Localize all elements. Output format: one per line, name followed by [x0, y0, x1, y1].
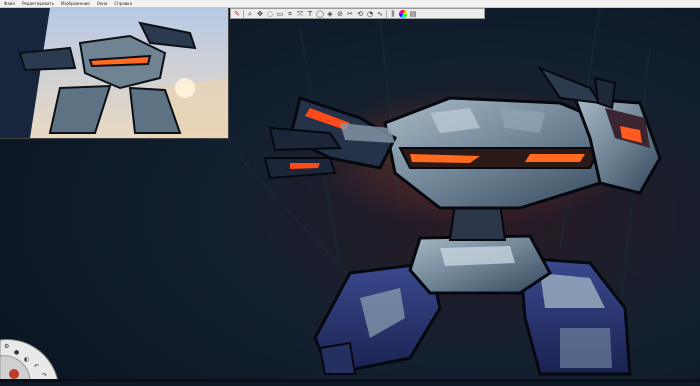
floating-toolbar: ✎ ⌕ ✥ ◌ ▭ ⌗ ⤧ T ◯ ◈ ⊘ ✂ ⟲ ◔ ∿ ⫼ ▤: [230, 8, 485, 19]
layers-icon[interactable]: ▤: [409, 10, 417, 18]
fill-icon[interactable]: ◈: [326, 10, 334, 18]
menu-image[interactable]: Изображение: [61, 0, 90, 7]
redo-icon[interactable]: ↷: [42, 372, 47, 379]
menu-help[interactable]: Справка: [114, 0, 132, 7]
color-puck-icon[interactable]: [9, 369, 19, 379]
move-icon[interactable]: ⤧: [296, 10, 304, 18]
reference-image: [0, 8, 228, 138]
symmetry-icon[interactable]: ⟲: [356, 10, 364, 18]
lasso-icon[interactable]: ◌: [266, 10, 274, 18]
guide-icon[interactable]: ✂: [346, 10, 354, 18]
color-wheel-icon[interactable]: [399, 9, 407, 18]
curve-icon[interactable]: ∿: [376, 10, 384, 18]
menu-file[interactable]: Файл: [4, 0, 15, 7]
radial-lagoon-menu[interactable]: ⚙ ● ◐ ↶ ↷: [0, 334, 59, 383]
eyedropper-icon[interactable]: ⊘: [336, 10, 344, 18]
brushes-palette-icon[interactable]: ⫼: [389, 10, 397, 18]
reference-image-window[interactable]: [0, 8, 229, 139]
brush-icon[interactable]: ✎: [233, 10, 241, 18]
undo-icon[interactable]: ↶: [34, 363, 39, 370]
toolbar-divider: [243, 9, 244, 18]
menu-bar: Файл Редактировать Изображение Окно Спра…: [0, 0, 700, 8]
ellipse-icon[interactable]: ◯: [316, 10, 324, 18]
crop-icon[interactable]: ⌗: [286, 10, 294, 18]
select-rect-icon[interactable]: ▭: [276, 10, 284, 18]
zoom-icon[interactable]: ⌕: [246, 10, 254, 18]
opacity-icon[interactable]: ◐: [24, 356, 29, 363]
text-icon[interactable]: T: [306, 10, 314, 18]
settings-icon[interactable]: ⚙: [4, 343, 9, 350]
pan-icon[interactable]: ✥: [256, 10, 264, 18]
ruler-icon[interactable]: ◔: [366, 10, 374, 18]
menu-window[interactable]: Окно: [97, 0, 108, 7]
menu-edit[interactable]: Редактировать: [22, 0, 54, 7]
toolbar-divider: [386, 9, 387, 18]
brush-size-icon[interactable]: ●: [14, 349, 19, 356]
